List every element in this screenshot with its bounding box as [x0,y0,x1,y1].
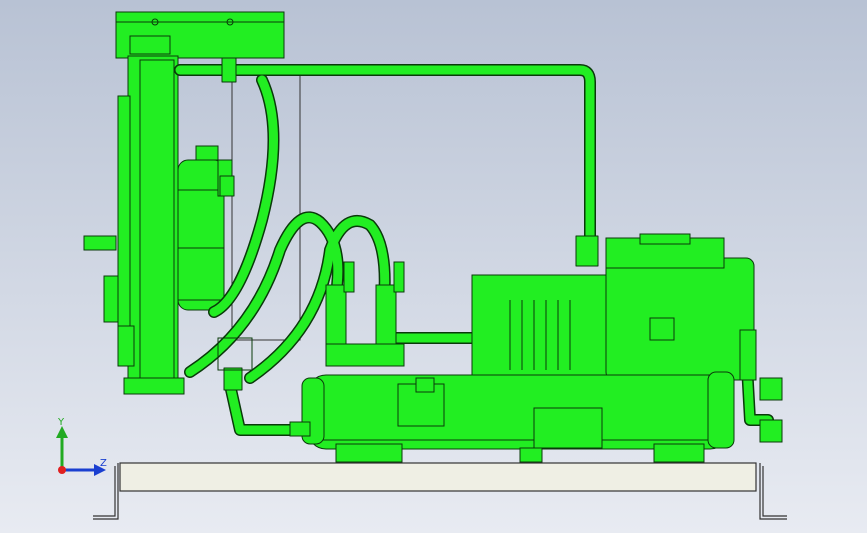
condenser-body [127,55,179,395]
compressor-terminal-box [739,329,757,381]
condenser-pipe-stub [129,35,171,55]
condenser-side-strip [117,95,131,347]
compressor-oil-sight [649,317,675,341]
compressor-service-valve [639,233,691,245]
cad-model-scene[interactable]: Y Z [0,0,867,533]
condenser-left-pipe [103,275,119,323]
valve-cap-left [343,261,355,293]
pipe-fitting-left-loop [219,175,235,197]
base-plate [119,462,757,492]
receiver-filter-drier [533,407,603,449]
pipe-fitting-top-left [221,57,237,83]
compressor-motor-housing [605,257,755,381]
receiver-support-right [653,443,705,463]
triad-y-label: Y [57,417,65,428]
pipe-fitting-suction [223,367,243,391]
condenser-bottom-foot [123,377,185,395]
pipe-fitting-elbow [575,235,599,267]
receiver-tank-body [177,159,225,311]
receiver-port-right [759,377,783,401]
receiver-cylinder [307,374,729,450]
cad-viewport[interactable]: Y Z [0,0,867,533]
triad-z-label: Z [100,458,107,469]
compressor-crankcase [471,274,613,382]
receiver-support-left [335,443,403,463]
triad-origin [58,466,66,474]
receiver-support-center [519,447,543,463]
valve-cap-right [393,261,405,293]
valve-body-right [375,284,397,346]
valve-body-left [325,284,347,346]
valve-manifold [325,343,405,367]
horizontal-receiver[interactable] [289,371,783,463]
receiver-tank[interactable] [177,145,233,311]
condenser-left-bracket [83,235,117,251]
condenser-lower-stub [117,325,135,367]
receiver-fitting [195,145,219,161]
receiver-end-cap-right [707,371,735,449]
condenser-top-lip [115,11,285,23]
receiver-port-right-lower [759,419,783,443]
receiver-port-left [289,421,311,437]
receiver-solenoid-coil [415,377,435,393]
